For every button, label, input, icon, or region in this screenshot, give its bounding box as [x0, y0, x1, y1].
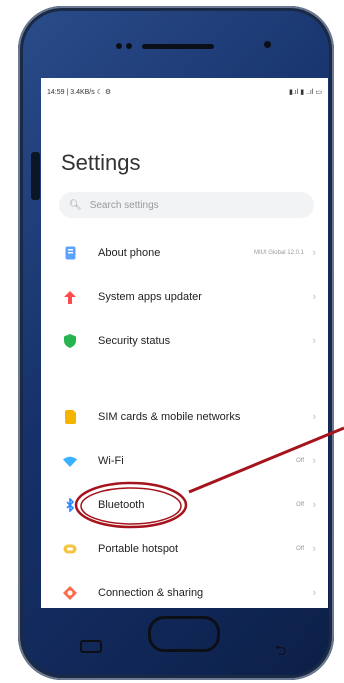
annotation-overlay: [74, 426, 344, 529]
pointer-arrow: [188, 426, 344, 494]
highlight-circle-inner: [80, 487, 182, 525]
highlight-circle: [74, 481, 188, 529]
